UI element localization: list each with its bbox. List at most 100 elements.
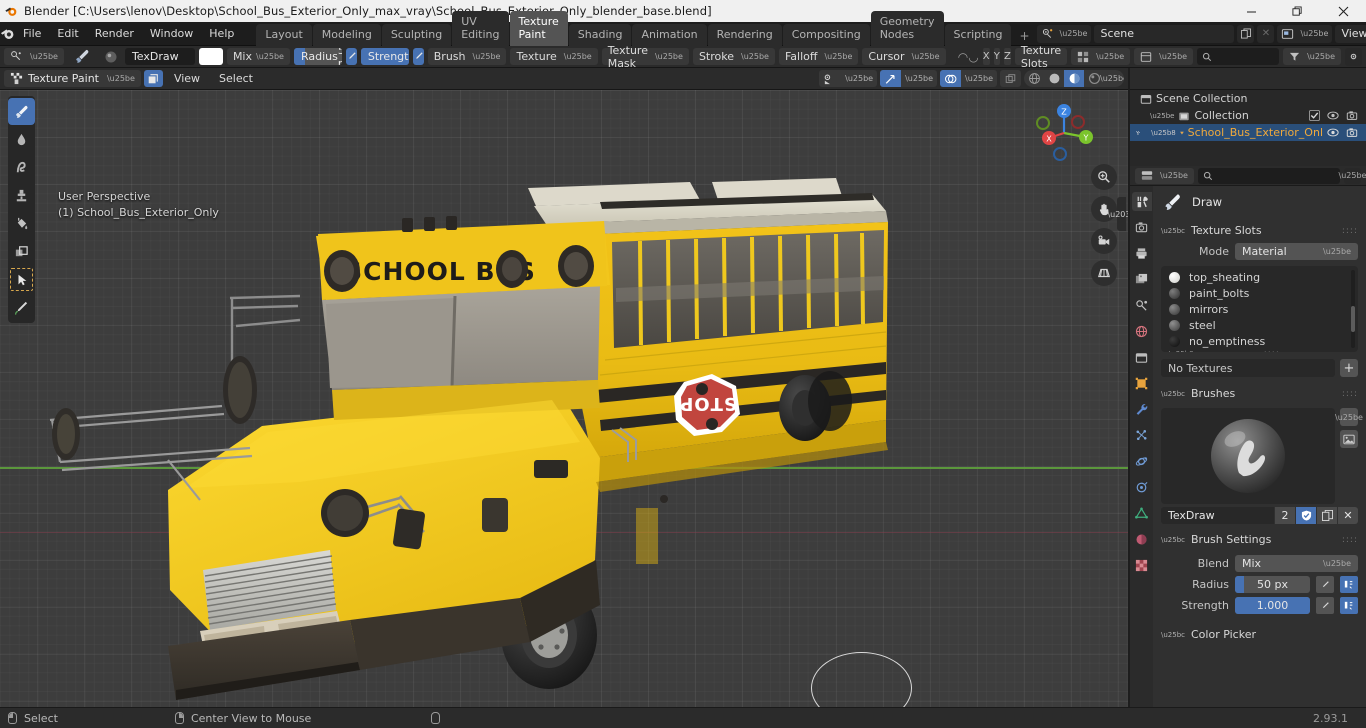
tab-physics-properties[interactable]	[1132, 452, 1152, 471]
tab-collection-properties[interactable]	[1132, 348, 1152, 367]
sidebar-collapse-arrow-icon[interactable]: \u2039	[1107, 197, 1128, 231]
unlink-brush-button[interactable]: ✕	[1338, 507, 1358, 524]
list-item[interactable]: paint_bolts	[1161, 285, 1358, 301]
zoom-icon[interactable]	[1091, 164, 1117, 190]
tab-world-properties[interactable]	[1132, 322, 1152, 341]
interaction-mode-dropdown[interactable]: Texture Paint \u25be	[4, 70, 141, 87]
xray-toggle[interactable]	[1000, 70, 1021, 87]
strength-unit-toggle-icon[interactable]	[1340, 597, 1358, 614]
panel-brush-settings-header[interactable]: \u25bc Brush Settings ::::	[1153, 524, 1366, 550]
overlays-chevron-icon[interactable]: \u25be	[961, 70, 997, 87]
checkbox-icon[interactable]	[1309, 110, 1320, 121]
paint-mask-toggle[interactable]	[143, 70, 163, 87]
tab-shading[interactable]: Shading	[568, 23, 632, 46]
tab-sculpting[interactable]: Sculpting	[381, 23, 452, 46]
no-textures-field[interactable]: No Textures	[1161, 359, 1335, 377]
list-item[interactable]: top_sheating	[1161, 269, 1358, 285]
tool-mask-button[interactable]	[8, 238, 35, 265]
properties-filter-button[interactable]: \u25be	[1339, 167, 1366, 184]
menu-window[interactable]: Window	[142, 25, 201, 42]
blender-app-icon[interactable]	[0, 26, 15, 41]
gizmo-selector[interactable]: \u25be	[880, 70, 938, 87]
tab-constraint-properties[interactable]	[1132, 478, 1152, 497]
grid-icon[interactable]	[1091, 260, 1117, 286]
overlays-toggle-icon[interactable]	[940, 70, 962, 87]
panel-drag-dots-icon[interactable]: ::::	[1342, 535, 1358, 545]
tool-smear-button[interactable]	[8, 154, 35, 181]
add-texture-button[interactable]: +	[1340, 359, 1358, 377]
menu-file[interactable]: File	[15, 25, 49, 42]
view-layer-field[interactable]: View Layer	[1335, 24, 1366, 43]
tab-tool-properties[interactable]	[1131, 192, 1152, 211]
strength-pressure-icon[interactable]	[412, 48, 424, 65]
tab-output-properties[interactable]	[1132, 244, 1152, 263]
outliner-search-input[interactable]	[1197, 48, 1280, 65]
tab-scene-properties[interactable]	[1132, 296, 1152, 315]
list-scrollbar[interactable]	[1351, 270, 1355, 348]
tab-layout[interactable]: Layout	[256, 23, 312, 46]
outliner-row-collection[interactable]: \u25be Collection	[1130, 107, 1366, 124]
tool-select-box-button[interactable]	[8, 266, 35, 293]
xray-icon[interactable]	[1000, 70, 1021, 87]
navigation-gizmo[interactable]: Z Y X	[1033, 102, 1095, 164]
object-visibility-icon[interactable]	[819, 70, 841, 87]
panel-collapse-triangle-icon[interactable]: \u25bc	[1161, 390, 1185, 398]
cursor-menu[interactable]: Cursor \u25be	[862, 48, 946, 65]
new-scene-button[interactable]	[1237, 24, 1255, 43]
list-item[interactable]: no_emptiness	[1161, 333, 1358, 349]
tab-rendering[interactable]: Rendering	[707, 23, 782, 46]
school-bus-model[interactable]: STOP SCHOOL BUS	[0, 90, 1128, 707]
list-resize-dots-icon[interactable]: ::::	[1264, 349, 1280, 352]
brush-preset-selector[interactable]: \u25be	[4, 48, 64, 65]
tab-modifier-properties[interactable]	[1132, 400, 1152, 419]
texture-slots-mode-dropdown[interactable]: Material \u25be	[1235, 243, 1358, 260]
brush-menu[interactable]: Brush \u25be	[427, 48, 507, 65]
radius-pressure-icon[interactable]	[345, 48, 357, 65]
filter-display-button[interactable]: \u25be	[1134, 48, 1194, 65]
tab-geometry-nodes[interactable]: Geometry Nodes	[870, 10, 944, 46]
brush-browse-button[interactable]: \u25be	[1335, 408, 1363, 426]
overlays-selector[interactable]: \u25be	[940, 70, 997, 87]
falloff-menu[interactable]: Falloff \u25be	[778, 48, 859, 65]
panel-texture-slots-header[interactable]: \u25bc Texture Slots ::::	[1153, 220, 1366, 241]
brush-strength-slider[interactable]: 1.000	[1235, 597, 1310, 614]
brush-user-count[interactable]: 2	[1275, 507, 1295, 524]
viewport-shading-selector[interactable]: \u25be	[1024, 70, 1124, 87]
add-workspace-button[interactable]: +	[1012, 26, 1036, 46]
close-button[interactable]	[1320, 0, 1366, 22]
tab-object-data-properties[interactable]	[1132, 504, 1152, 523]
panel-collapse-triangle-icon[interactable]: \u25bc	[1161, 536, 1185, 544]
list-item[interactable]: mirrors	[1161, 301, 1358, 317]
panel-collapse-triangle-icon[interactable]: \u25bc	[1161, 227, 1185, 235]
shading-wireframe-icon[interactable]	[1024, 70, 1044, 87]
eye-icon[interactable]	[1327, 127, 1339, 138]
symmetry-z-button[interactable]: Z	[1004, 48, 1011, 65]
fake-user-icon[interactable]	[1296, 507, 1316, 524]
menu-render[interactable]: Render	[87, 25, 142, 42]
gizmo-chevron-icon[interactable]: \u25be	[901, 70, 937, 87]
strength-pressure-icon[interactable]	[1316, 597, 1334, 614]
outliner-row-scene-collection[interactable]: Scene Collection	[1130, 90, 1366, 107]
shading-chevron-icon[interactable]: \u25be	[1100, 70, 1124, 87]
properties-editor-type-button[interactable]: \u25be	[1135, 167, 1194, 184]
tab-texture-paint[interactable]: Texture Paint	[509, 10, 568, 46]
scene-browse-button[interactable]: \u25be	[1036, 24, 1092, 43]
tab-material-properties[interactable]	[1132, 530, 1152, 549]
camera-render-icon[interactable]	[1346, 127, 1358, 138]
tab-texture-properties[interactable]	[1132, 556, 1152, 575]
tab-animation[interactable]: Animation	[632, 23, 707, 46]
tool-draw-button[interactable]	[8, 98, 35, 125]
shading-solid-icon[interactable]	[1044, 70, 1064, 87]
disclosure-triangle-icon[interactable]: \u25be	[1150, 112, 1174, 120]
outliner-options-button[interactable]	[1345, 47, 1363, 66]
shading-material-preview-icon[interactable]	[1064, 70, 1084, 87]
disclosure-triangle-icon[interactable]: \u25b8	[1151, 129, 1176, 137]
brush-blend-dropdown[interactable]: Mix \u25be	[1235, 555, 1358, 572]
brush-color-swatch[interactable]	[198, 48, 223, 65]
properties-search-input[interactable]	[1197, 167, 1340, 184]
symmetry-x-button[interactable]: X	[982, 48, 990, 65]
tab-modeling[interactable]: Modeling	[312, 23, 381, 46]
tab-uv-editing[interactable]: UV Editing	[452, 10, 509, 46]
stroke-menu[interactable]: Stroke \u25be	[692, 48, 775, 65]
texture-slot-list[interactable]: top_sheating paint_bolts mirrors steel n…	[1161, 266, 1358, 352]
